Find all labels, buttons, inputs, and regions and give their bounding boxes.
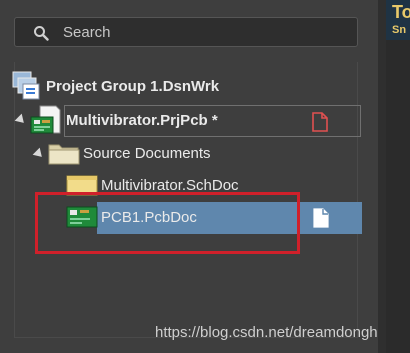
- modified-document-icon: [312, 112, 328, 132]
- document-icon: [313, 208, 329, 228]
- search-icon: [34, 26, 49, 41]
- panel-splitter[interactable]: [378, 0, 386, 353]
- folder-label: Source Documents: [83, 144, 211, 162]
- search-box[interactable]: Search: [14, 17, 358, 47]
- document-label: Multivibrator.SchDoc: [101, 176, 239, 194]
- adjacent-panel-subtitle: Sn: [392, 24, 407, 36]
- annotation-highlight-box: [35, 192, 300, 254]
- adjacent-panel-header: To Sn: [386, 0, 410, 40]
- search-input[interactable]: Search: [63, 24, 111, 41]
- adjacent-panel-title: To: [392, 2, 410, 22]
- project-label: Multivibrator.PrjPcb *: [66, 111, 218, 129]
- projects-panel: Search Project Group 1.DsnWrk Multivibra…: [0, 0, 389, 353]
- tree-item-project-group[interactable]: Project Group 1.DsnWrk: [12, 71, 220, 100]
- project-group-icon: [12, 71, 40, 100]
- folder-icon: [48, 144, 80, 165]
- tree-item-project[interactable]: Multivibrator.PrjPcb *: [30, 105, 218, 134]
- tree-item-source-documents[interactable]: Source Documents: [48, 139, 211, 167]
- project-group-label: Project Group 1.DsnWrk: [46, 77, 220, 95]
- watermark: https://blog.csdn.net/dreamdonghui: [155, 324, 390, 341]
- adjacent-panel: To Sn: [386, 0, 410, 353]
- pcb-project-icon: [30, 105, 61, 134]
